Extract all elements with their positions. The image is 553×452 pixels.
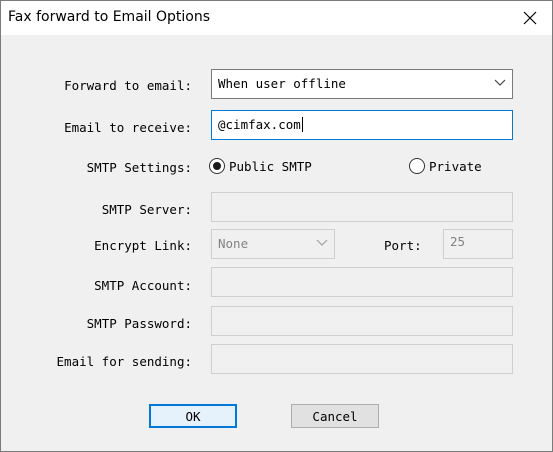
smtp-server-input[interactable] <box>211 192 513 222</box>
chevron-down-icon <box>316 239 328 246</box>
smtp-server-label: SMTP Server: <box>101 202 192 217</box>
port-value: 25 <box>450 234 466 249</box>
close-icon <box>523 11 537 25</box>
public-smtp-radio[interactable]: Public SMTP <box>209 158 312 174</box>
email-for-sending-input[interactable] <box>211 344 513 374</box>
radio-unchecked-icon <box>409 158 425 174</box>
encrypt-link-select[interactable]: None <box>211 229 335 259</box>
email-to-receive-input[interactable]: @cimfax.com <box>211 110 513 140</box>
text-caret <box>301 117 303 132</box>
port-label: Port: <box>384 238 422 253</box>
port-input[interactable]: 25 <box>443 229 513 259</box>
forward-to-email-label: Forward to email: <box>64 78 192 93</box>
window-title: Fax forward to Email Options <box>8 9 211 25</box>
dialog-window: Fax forward to Email Options Forward to … <box>0 0 553 452</box>
private-smtp-radio[interactable]: Private <box>409 158 482 174</box>
smtp-password-label: SMTP Password: <box>86 316 192 331</box>
ok-button-label: OK <box>185 408 201 424</box>
smtp-account-label: SMTP Account: <box>94 278 192 293</box>
email-to-receive-label: Email to receive: <box>64 120 192 135</box>
private-smtp-label: Private <box>429 158 482 174</box>
smtp-password-input[interactable] <box>211 306 513 336</box>
radio-checked-icon <box>209 158 225 174</box>
encrypt-link-value: None <box>218 236 249 251</box>
cancel-button[interactable]: Cancel <box>291 404 379 428</box>
forward-to-email-select[interactable]: When user offline <box>211 69 513 99</box>
smtp-account-input[interactable] <box>211 267 513 297</box>
chevron-down-icon <box>494 79 506 86</box>
cancel-button-label: Cancel <box>312 408 358 424</box>
email-for-sending-label: Email for sending: <box>56 354 192 369</box>
title-bar[interactable]: Fax forward to Email Options <box>1 1 552 35</box>
smtp-settings-label: SMTP Settings: <box>86 160 192 175</box>
public-smtp-label: Public SMTP <box>229 158 312 174</box>
close-button[interactable] <box>508 1 552 35</box>
forward-to-email-value: When user offline <box>218 76 346 91</box>
encrypt-link-label: Encrypt Link: <box>94 238 192 253</box>
email-to-receive-value: @cimfax.com <box>218 117 301 132</box>
ok-button[interactable]: OK <box>149 404 237 428</box>
